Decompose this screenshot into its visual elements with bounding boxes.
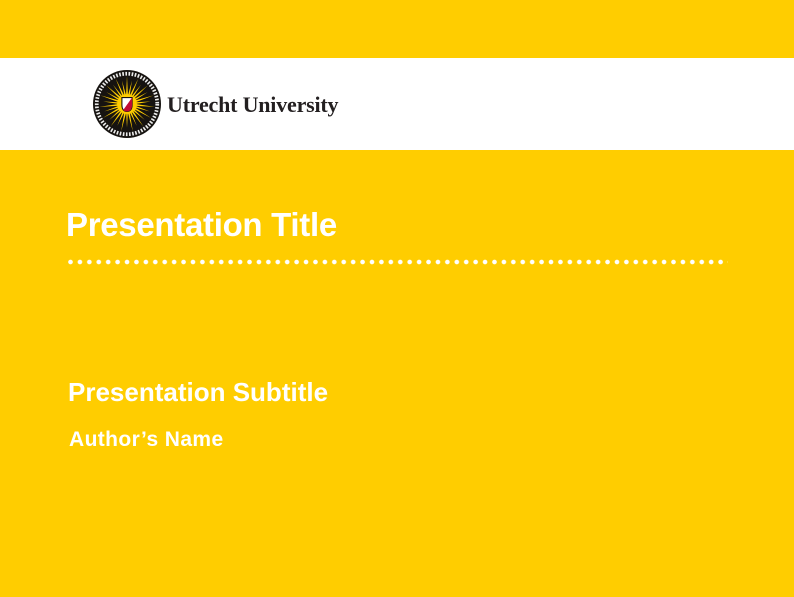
title-slide: Utrecht University Presentation Title Pr… [0,0,794,597]
utrecht-university-logo-icon [93,70,161,138]
presentation-subtitle: Presentation Subtitle [68,379,328,405]
dotted-divider [68,259,728,265]
author-name: Author’s Name [69,429,224,450]
university-wordmark: Utrecht University [167,94,338,116]
header-band: Utrecht University [0,58,794,150]
presentation-title: Presentation Title [66,208,337,241]
